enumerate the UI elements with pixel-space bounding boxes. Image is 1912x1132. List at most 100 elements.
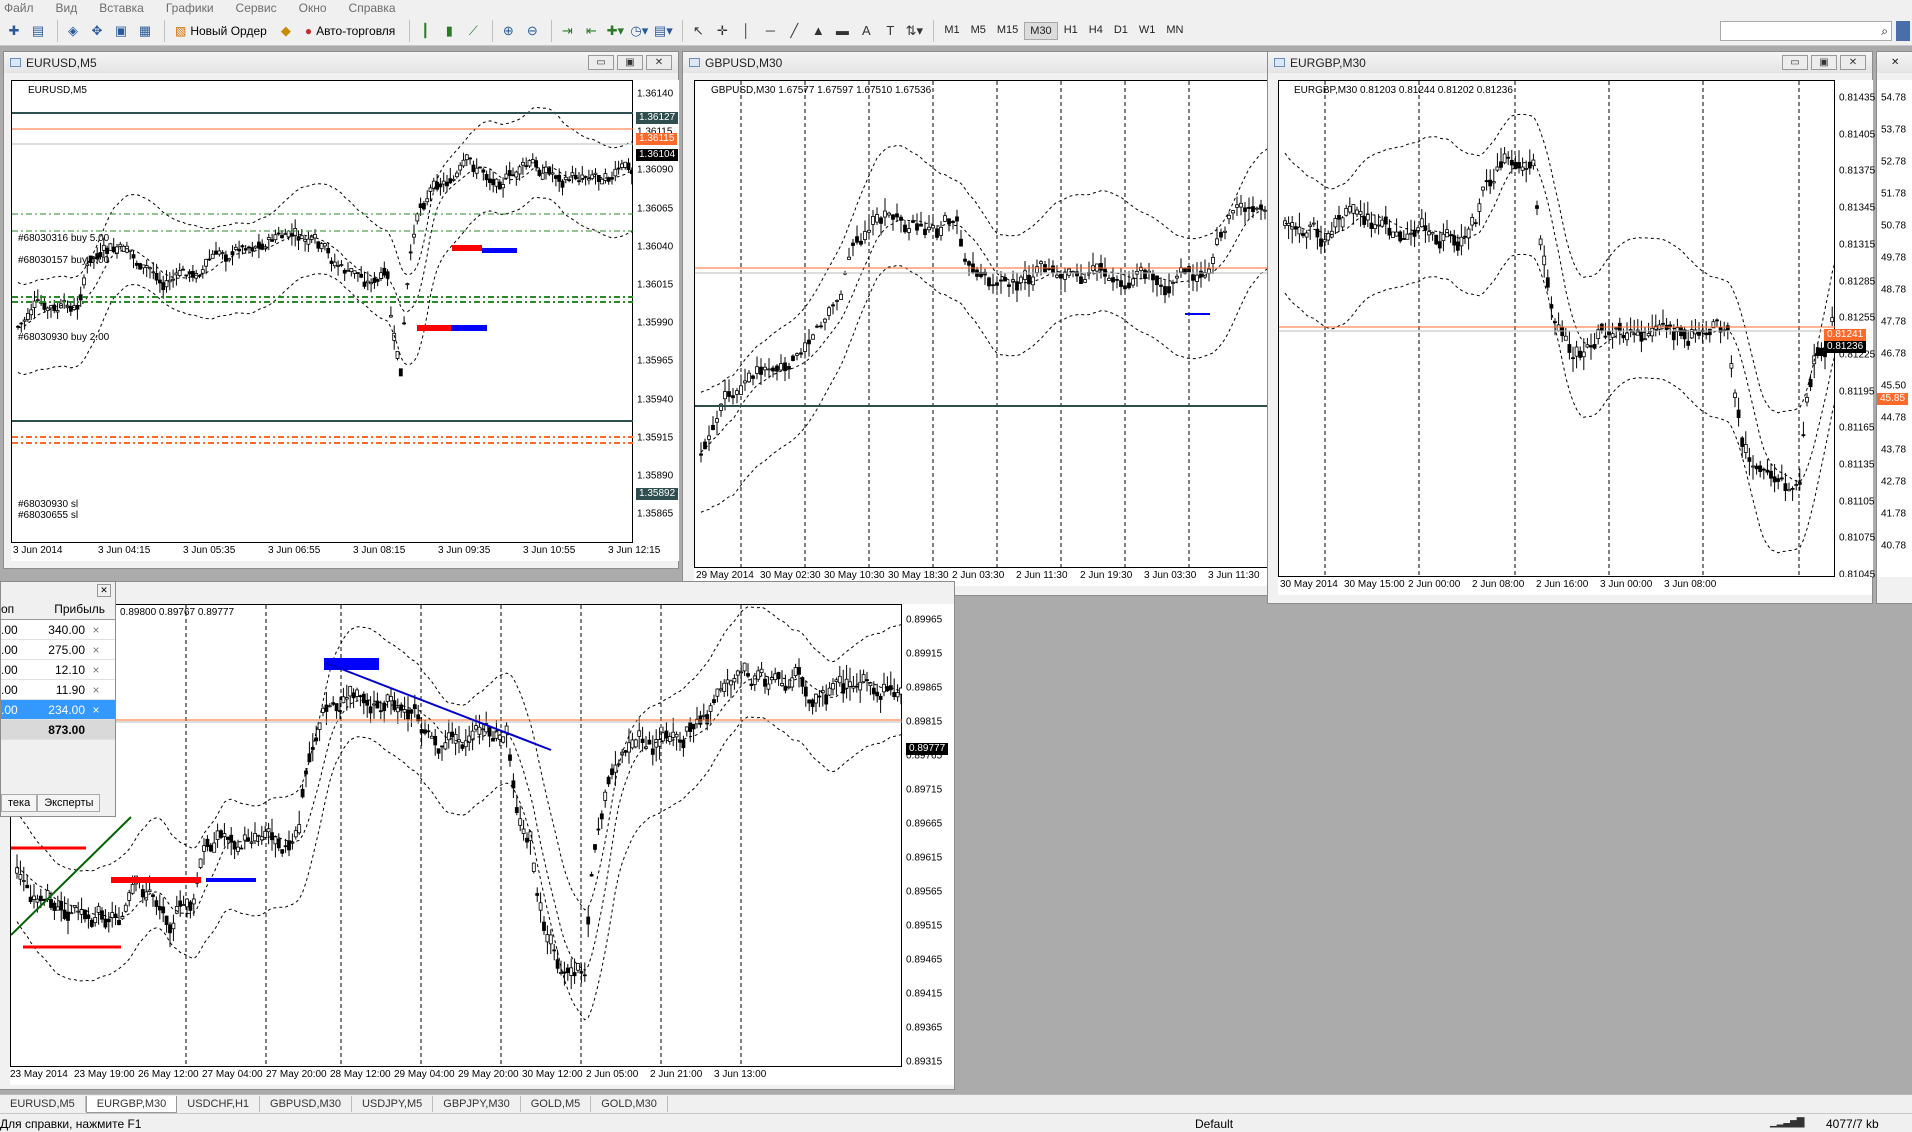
chart-tab[interactable]: EURUSD,M5 — [0, 1096, 86, 1112]
chart-window-partial[interactable]: ✕ 54.78 53.78 52.78 51.78 50.78 49.78 48.78 47.… — [1876, 51, 1912, 604]
time-axis[interactable]: 23 May 2014 23 May 19:00 26 May 12:00 27 Ma… — [10, 1067, 954, 1085]
periods-icon[interactable]: ◷▾ — [629, 21, 649, 41]
candle-body — [266, 828, 271, 833]
minimize-button[interactable]: ▭ — [588, 55, 614, 70]
templates-icon[interactable]: ▤▾ — [653, 21, 673, 41]
timeframe-m15[interactable]: M15 — [992, 22, 1023, 40]
chart-tab[interactable]: GBPUSD,M30 — [260, 1096, 352, 1112]
candle-body — [187, 271, 192, 275]
candle-body — [481, 169, 486, 173]
tab-history[interactable]: тека — [1, 794, 38, 812]
close-order-icon[interactable]: × — [85, 623, 107, 637]
timeframe-h1[interactable]: H1 — [1059, 22, 1083, 40]
chart-plot-area[interactable] — [10, 604, 903, 1068]
cursor-icon[interactable]: ↖ — [688, 21, 708, 41]
close-button[interactable]: ✕ — [1891, 57, 1899, 68]
menu-item[interactable]: Окно — [299, 1, 327, 15]
vertical-line-icon[interactable]: │ — [736, 21, 756, 41]
profile-name[interactable]: Default — [1195, 1117, 1233, 1131]
chart-window-gbpusd[interactable]: GBPUSD,M30 GBPUSD,M30 1.67577 1.67597 1.… — [682, 51, 1270, 596]
close-order-icon[interactable]: × — [85, 643, 107, 657]
chart-plot-area[interactable] — [1278, 80, 1836, 578]
line-chart-icon[interactable]: ⟋ — [463, 21, 483, 41]
new-chart-icon[interactable]: ✚ — [4, 21, 24, 41]
menu-item[interactable]: Графики — [166, 1, 214, 15]
crosshair-icon[interactable]: ✛ — [712, 21, 732, 41]
navigator-icon[interactable]: ✥ — [87, 21, 107, 41]
maximize-button[interactable]: ▣ — [617, 55, 643, 70]
price-axis[interactable]: 54.78 53.78 52.78 51.78 50.78 49.78 48.78 47.78… — [1877, 80, 1912, 577]
candles-icon[interactable]: ▮ — [439, 21, 459, 41]
menu-item[interactable]: Сервис — [236, 1, 277, 15]
timeframe-m5[interactable]: M5 — [966, 22, 991, 40]
label-icon[interactable]: T — [880, 21, 900, 41]
tester-icon[interactable]: ▦ — [135, 21, 155, 41]
text-icon[interactable]: A — [856, 21, 876, 41]
terminal-trade-panel[interactable]: ✕ оп Прибыль .00 340.00 × .00 275.00 × .00 12.1… — [0, 581, 116, 817]
close-button[interactable]: ✕ — [1840, 55, 1866, 70]
profiles-icon[interactable]: ▤ — [28, 21, 48, 41]
close-order-icon[interactable]: × — [85, 663, 107, 677]
chart-tab-bar: EURUSD,M5 EURGBP,M30 USDCHF,H1 GBPUSD,M30 US… — [0, 1094, 1912, 1113]
timeframe-m30[interactable]: M30 — [1024, 21, 1058, 40]
chart-shift-icon[interactable]: ⇤ — [581, 21, 601, 41]
timeframe-mn[interactable]: MN — [1161, 22, 1188, 40]
time-axis[interactable]: 30 May 2014 30 May 15:00 2 Jun 00:00 2 Jun … — [1278, 577, 1872, 595]
search-input[interactable]: ⌕ — [1720, 21, 1892, 41]
chart-tab[interactable]: GOLD,M5 — [521, 1096, 592, 1112]
zoom-out-icon[interactable]: ⊖ — [522, 21, 542, 41]
zoom-in-icon[interactable]: ⊕ — [498, 21, 518, 41]
close-order-icon[interactable]: × — [85, 683, 107, 697]
chart-tab[interactable]: USDCHF,H1 — [177, 1096, 261, 1112]
chart-window-eurgbp[interactable]: EURGBP,M30 ▭ ▣ ✕ EURGBP,M30 0.81203 0.8124… — [1267, 51, 1875, 604]
terminal-icon[interactable]: ▣ — [111, 21, 131, 41]
chart-plot-area[interactable] — [694, 80, 1269, 569]
new-order-button[interactable]: ▧ Новый Ордер — [170, 20, 272, 42]
table-row[interactable]: .00 275.00 × — [1, 640, 115, 660]
price-axis[interactable]: 0.89965 0.89915 0.89865 0.89815 0.89765 0.897… — [902, 604, 954, 1068]
chart-tab[interactable]: USDJPY,M5 — [352, 1096, 434, 1112]
tab-experts[interactable]: Эксперты — [37, 794, 101, 812]
maximize-button[interactable]: ▣ — [1811, 55, 1837, 70]
chart-tab[interactable]: EURGBP,M30 — [85, 1095, 178, 1113]
menu-item[interactable]: Файл — [4, 1, 34, 15]
table-row[interactable]: .00 12.10 × — [1, 660, 115, 680]
fibonacci-icon[interactable]: ▬ — [832, 21, 852, 41]
chart-plot-area[interactable] — [11, 80, 634, 543]
market-watch-icon[interactable]: ◈ — [63, 21, 83, 41]
chart-tab[interactable]: GOLD,M30 — [591, 1096, 668, 1112]
side-panel-toggle[interactable] — [1896, 21, 1910, 41]
table-row[interactable]: .00 11.90 × — [1, 680, 115, 700]
timeframe-h4[interactable]: H4 — [1084, 22, 1108, 40]
timeframe-m1[interactable]: M1 — [939, 22, 964, 40]
channel-icon[interactable]: ▲ — [808, 21, 828, 41]
arrows-icon[interactable]: ⇅▾ — [904, 21, 924, 41]
candle-body — [123, 904, 128, 912]
table-row[interactable]: .00 340.00 × — [1, 620, 115, 640]
minimize-button[interactable]: ▭ — [1782, 55, 1808, 70]
trendline-icon[interactable]: ╱ — [784, 21, 804, 41]
menu-item[interactable]: Вставка — [99, 1, 144, 15]
table-row[interactable]: .00 234.00 × — [1, 700, 115, 720]
timeframe-d1[interactable]: D1 — [1109, 22, 1133, 40]
menu-item[interactable]: Справка — [349, 1, 396, 15]
chart-tab[interactable]: GBPJPY,M30 — [433, 1096, 521, 1112]
indicators-icon[interactable]: ✚▾ — [605, 21, 625, 41]
timeframe-w1[interactable]: W1 — [1134, 22, 1161, 40]
column-header[interactable]: оп — [1, 602, 19, 616]
close-order-icon[interactable]: × — [85, 703, 107, 717]
horizontal-line-icon[interactable]: ─ — [760, 21, 780, 41]
meta-editor-icon[interactable]: ◆ — [276, 21, 296, 41]
chart-window-eurusd[interactable]: EURUSD,M5 ▭▣✕ EURUSD,M5 1.36140 1.36115 1.… — [3, 51, 679, 569]
time-axis[interactable]: 3 Jun 2014 3 Jun 04:15 3 Jun 05:35 3 Jun 06… — [11, 543, 679, 561]
menu-item[interactable]: Вид — [56, 1, 78, 15]
bars-icon[interactable]: ┃ — [415, 21, 435, 41]
close-button[interactable]: ✕ — [97, 583, 111, 597]
autoscroll-icon[interactable]: ⇥ — [557, 21, 577, 41]
auto-trading-button[interactable]: ● Авто-торговля — [300, 20, 401, 42]
column-header[interactable]: Прибыль — [19, 602, 105, 616]
chart-window-eurgbp-main[interactable]: 0.89800 0.89767 0.89777 0.89965 0.89915 0.… — [0, 581, 955, 1090]
close-button[interactable]: ✕ — [646, 55, 672, 70]
candle-body — [168, 924, 172, 934]
search-icon[interactable]: ⌕ — [1881, 24, 1888, 39]
